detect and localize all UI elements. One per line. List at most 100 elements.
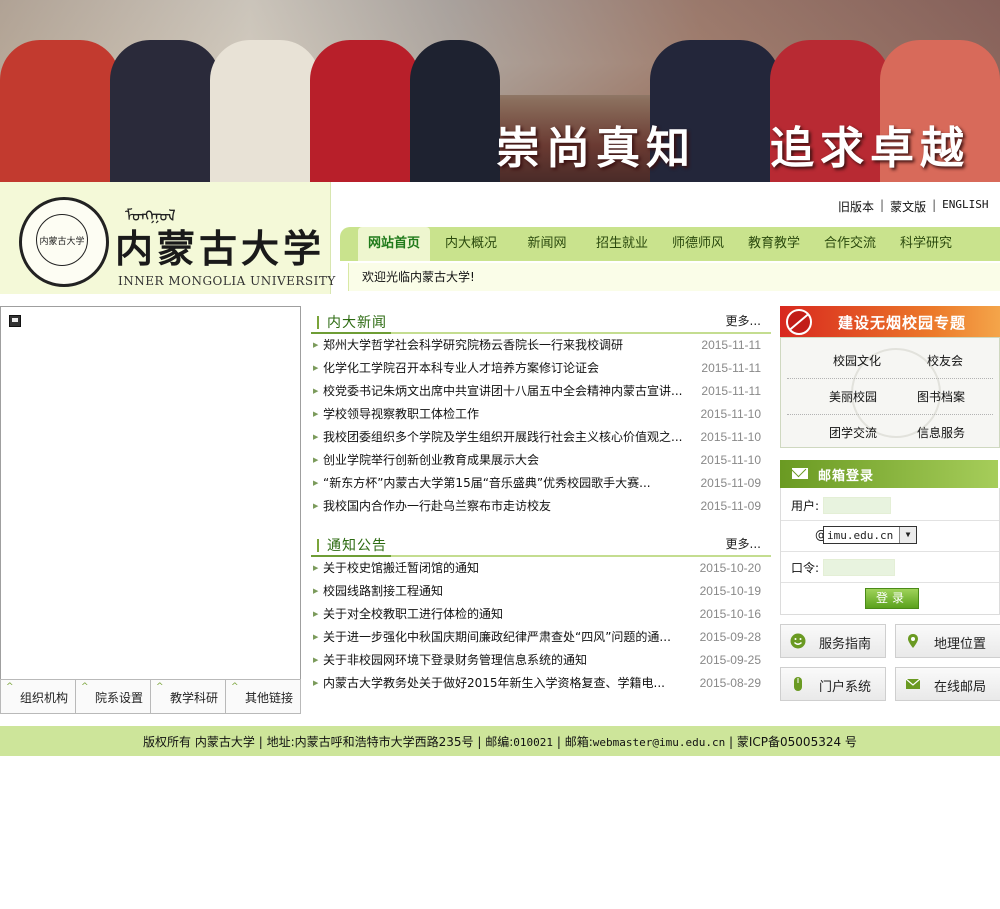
english-version-link[interactable]: ENGLISH	[942, 198, 988, 215]
envelope-icon	[792, 468, 808, 479]
list-item[interactable]: ▶ 学校领导视察教职工体检工作 2015-11-10	[311, 403, 771, 426]
caret-up-icon: ^	[6, 682, 14, 692]
list-item[interactable]: ▶ 校党委书记朱炳文出席中共宣讲团十八届五中全会精神内蒙古宣讲... 2015-11…	[311, 380, 771, 403]
mail-icon	[905, 678, 921, 689]
nav-item-research[interactable]: 科学研究	[890, 227, 962, 261]
list-item[interactable]: ▶ 关于对全校教职工进行体检的通知 2015-10-16	[311, 603, 771, 626]
news-more-link[interactable]: 更多...	[726, 312, 761, 329]
nav-item-overview[interactable]: 内大概况	[436, 227, 506, 261]
tab-label: 教学科研	[170, 691, 219, 705]
list-item-title[interactable]: 郑州大学哲学社会科学研究院杨云香院长一行来我校调研	[323, 334, 693, 357]
list-item[interactable]: ▶ 我校国内合作办一行赴乌兰察布市走访校友 2015-11-09	[311, 495, 771, 518]
list-item[interactable]: ▶ 创业学院举行创新创业教育成果展示大会 2015-11-10	[311, 449, 771, 472]
arrow-right-icon: ▶	[313, 456, 319, 464]
media-placeholder-icon[interactable]	[9, 315, 21, 327]
arrow-right-icon: ▶	[313, 633, 319, 641]
mail-login-header: 邮箱登录	[780, 460, 998, 488]
list-item-title[interactable]: 我校团委组织多个学院及学生组织开展践行社会主义核心价值观之...	[323, 426, 693, 449]
university-name-cn[interactable]: 内蒙古大学	[115, 218, 325, 273]
quick-link-culture[interactable]: 校园文化	[833, 352, 881, 369]
news-section-header: 内大新闻 更多...	[311, 309, 771, 334]
location-button[interactable]: 地理位置	[895, 624, 1000, 658]
list-item[interactable]: ▶ 关于进一步强化中秋国庆期间廉政纪律严肃查处“四风”问题的通... 2015-09…	[311, 626, 771, 649]
welcome-text: 欢迎光临内蒙古大学!	[362, 270, 475, 284]
tab-label: 其他链接	[245, 691, 294, 705]
list-item-title[interactable]: “新东方杯”内蒙古大学第15届“音乐盛典”优秀校园歌手大赛...	[323, 472, 693, 495]
tab-departments[interactable]: ^ 院系设置	[75, 679, 151, 714]
arrow-right-icon: ▶	[313, 433, 319, 441]
list-item-title[interactable]: 关于校史馆搬迁暂闭馆的通知	[323, 557, 693, 580]
service-guide-button[interactable]: 服务指南	[780, 624, 886, 658]
banner-slogan-left: 崇尚真知	[496, 123, 696, 174]
list-item[interactable]: ▶ 关于非校园网环境下登录财务管理信息系统的通知 2015-09-25	[311, 649, 771, 672]
nav-item-teaching[interactable]: 教育教学	[738, 227, 810, 261]
arrow-right-icon: ▶	[313, 341, 319, 349]
footer-email-link[interactable]: webmaster@imu.edu.cn	[593, 736, 725, 749]
smile-icon	[790, 633, 806, 649]
list-item[interactable]: ▶ 关于校史馆搬迁暂闭馆的通知 2015-10-20	[311, 557, 771, 580]
footer-text: 版权所有 内蒙古大学 | 地址:内蒙古呼和浩特市大学西路235号 | 邮编:01…	[0, 733, 1000, 750]
list-item-date: 2015-11-11	[701, 384, 761, 398]
no-smoking-icon	[786, 309, 812, 335]
nav-item-cooperation[interactable]: 合作交流	[814, 227, 886, 261]
notice-more-link[interactable]: 更多...	[726, 535, 761, 552]
nav-item-news[interactable]: 新闻网	[516, 227, 578, 261]
banner-slogan-right: 追求卓越	[770, 123, 970, 174]
list-item[interactable]: ▶ 郑州大学哲学社会科学研究院杨云香院长一行来我校调研 2015-11-11	[311, 334, 771, 357]
service-label: 门户系统	[819, 680, 872, 695]
smoke-free-label: 建设无烟校园专题	[838, 314, 967, 332]
list-item-date: 2015-11-10	[700, 430, 762, 444]
tab-organization[interactable]: ^ 组织机构	[0, 679, 76, 714]
quick-link-student[interactable]: 团学交流	[829, 424, 877, 441]
nav-item-home[interactable]: 网站首页	[358, 227, 430, 261]
quick-link-campus[interactable]: 美丽校园	[829, 388, 877, 405]
list-item-date: 2015-11-09	[700, 476, 762, 490]
quick-link-info[interactable]: 信息服务	[917, 424, 965, 441]
list-item-title[interactable]: 关于对全校教职工进行体检的通知	[323, 603, 693, 626]
university-seal-icon[interactable]: 内蒙古大学	[19, 197, 109, 287]
list-item-title[interactable]: 关于进一步强化中秋国庆期间廉政纪律严肃查处“四风”问题的通...	[323, 626, 693, 649]
webmail-button[interactable]: 在线邮局	[895, 667, 1000, 701]
list-item-date: 2015-10-16	[699, 607, 761, 621]
arrow-right-icon: ▶	[313, 410, 319, 418]
tab-other-links[interactable]: ^ 其他链接	[225, 679, 301, 714]
list-item-title[interactable]: 内蒙古大学教务处关于做好2015年新生入学资格复查、学籍电...	[323, 672, 693, 695]
list-item-title[interactable]: 校园线路割接工程通知	[323, 580, 693, 603]
list-item-title[interactable]: 关于非校园网环境下登录财务管理信息系统的通知	[323, 649, 693, 672]
arrow-right-icon: ▶	[313, 679, 319, 687]
list-item[interactable]: ▶ 化学化工学院召开本科专业人才培养方案修订论证会 2015-11-11	[311, 357, 771, 380]
list-item-title[interactable]: 化学化工学院召开本科专业人才培养方案修订论证会	[323, 357, 693, 380]
list-item-title[interactable]: 校党委书记朱炳文出席中共宣讲团十八届五中全会精神内蒙古宣讲...	[323, 380, 693, 403]
list-item-date: 2015-08-29	[699, 676, 761, 690]
list-item[interactable]: ▶ 校园线路割接工程通知 2015-10-19	[311, 580, 771, 603]
password-input[interactable]	[823, 559, 895, 576]
list-item-title[interactable]: 创业学院举行创新创业教育成果展示大会	[323, 449, 693, 472]
portal-button[interactable]: 门户系统	[780, 667, 886, 701]
nav-item-admission[interactable]: 招生就业	[586, 227, 658, 261]
news-list: ▶ 郑州大学哲学社会科学研究院杨云香院长一行来我校调研 2015-11-11 ▶ 化学化…	[311, 334, 771, 518]
list-item[interactable]: ▶ 我校团委组织多个学院及学生组织开展践行社会主义核心价值观之... 2015-11…	[311, 426, 771, 449]
quick-link-library[interactable]: 图书档案	[917, 388, 965, 405]
list-item-date: 2015-09-28	[699, 630, 761, 644]
arrow-right-icon: ▶	[313, 364, 319, 372]
mongolian-version-link[interactable]: 蒙文版	[890, 198, 926, 215]
quick-link-alumni[interactable]: 校友会	[927, 352, 963, 369]
list-item[interactable]: ▶ “新东方杯”内蒙古大学第15届“音乐盛典”优秀校园歌手大赛... 2015-11…	[311, 472, 771, 495]
footer-icp[interactable]: 蒙ICP备05005324 号	[737, 735, 857, 749]
footer-address: 地址:内蒙古呼和浩特市大学西路235号	[266, 735, 474, 749]
footer-postcode: 010021	[513, 736, 553, 749]
nav-item-ethics[interactable]: 师德师风	[662, 227, 734, 261]
login-button[interactable]: 登录	[865, 588, 919, 609]
tab-research[interactable]: ^ 教学科研	[150, 679, 226, 714]
mail-domain-select[interactable]: imu.edu.cn ▼	[823, 526, 917, 544]
notice-section-header: 通知公告 更多...	[311, 532, 771, 557]
caret-up-icon: ^	[231, 682, 239, 692]
mail-domain-value: imu.edu.cn	[827, 529, 894, 542]
old-version-link[interactable]: 旧版本	[838, 198, 874, 215]
user-input[interactable]	[823, 497, 891, 514]
tab-label: 组织机构	[20, 691, 69, 705]
list-item[interactable]: ▶ 内蒙古大学教务处关于做好2015年新生入学资格复查、学籍电... 2015-08…	[311, 672, 771, 695]
smoke-free-banner[interactable]: 建设无烟校园专题	[780, 306, 1000, 337]
list-item-title[interactable]: 学校领导视察教职工体检工作	[323, 403, 693, 426]
list-item-title[interactable]: 我校国内合作办一行赴乌兰察布市走访校友	[323, 495, 693, 518]
